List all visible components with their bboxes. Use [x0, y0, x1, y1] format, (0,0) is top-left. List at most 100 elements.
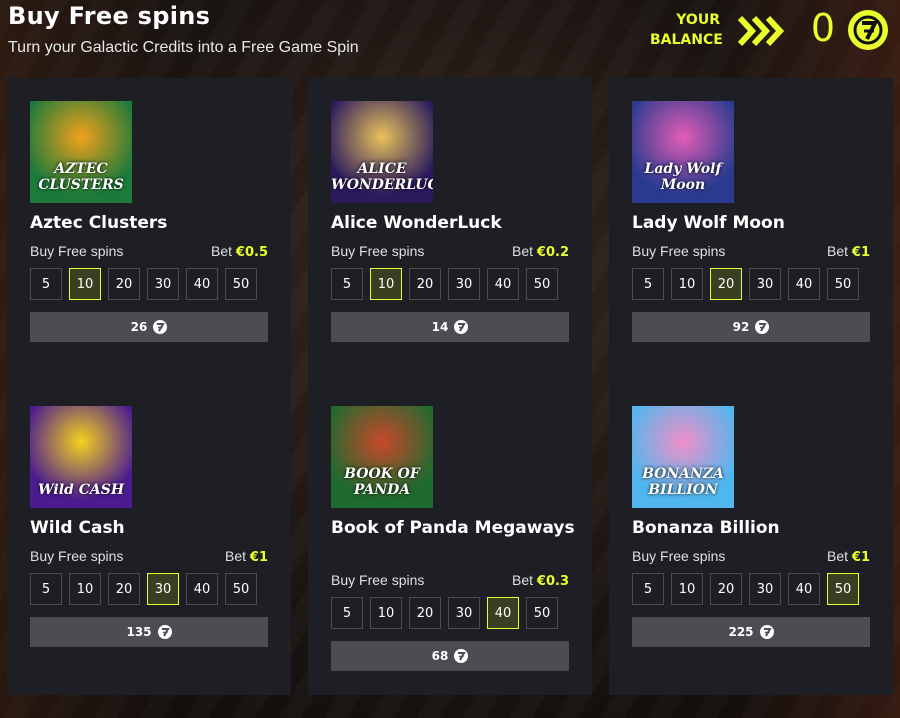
bet-value: €1: [851, 245, 870, 260]
spin-option-40[interactable]: 40: [487, 268, 519, 300]
bet-prefix: Bet: [827, 243, 849, 259]
game-thumbnail[interactable]: Wild CASH: [30, 406, 132, 508]
buy-free-spins-label: Buy Free spins: [331, 572, 425, 588]
spin-option-40[interactable]: 40: [186, 268, 218, 300]
buy-free-spins-label: Buy Free spins: [331, 243, 425, 259]
game-card: BOOK OF PANDA Book of Panda Megaways Buy…: [308, 383, 592, 695]
price-value: 26: [130, 320, 148, 334]
spin-options: 5 10 20 30 40 50: [30, 268, 257, 300]
spin-options: 5 10 20 30 40 50: [632, 573, 859, 605]
bet-label: Bet €0.3: [512, 572, 569, 589]
spin-option-40[interactable]: 40: [788, 573, 820, 605]
spin-options: 5 10 20 30 40 50: [30, 573, 257, 605]
balance-label: YOUR BALANCE: [650, 10, 723, 50]
spin-options: 5 10 20 30 40 50: [331, 597, 558, 629]
spin-option-30[interactable]: 30: [749, 573, 781, 605]
bet-prefix: Bet: [225, 548, 247, 564]
balance-label-line2: BALANCE: [650, 32, 723, 48]
spin-option-10[interactable]: 10: [370, 597, 402, 629]
spin-option-50[interactable]: 50: [225, 268, 257, 300]
bet-label: Bet €0.2: [512, 243, 569, 260]
game-thumbnail[interactable]: ALICE WONDERLUCK: [331, 101, 433, 203]
header: Buy Free spins Turn your Galactic Credit…: [0, 0, 900, 70]
spin-option-10[interactable]: 10: [69, 573, 101, 605]
spin-option-50[interactable]: 50: [827, 268, 859, 300]
spin-option-5[interactable]: 5: [331, 268, 363, 300]
game-thumbnail[interactable]: BOOK OF PANDA: [331, 406, 433, 508]
galactic-coin-icon: [848, 10, 888, 50]
spin-option-50[interactable]: 50: [526, 268, 558, 300]
spin-option-50[interactable]: 50: [827, 573, 859, 605]
spin-option-40[interactable]: 40: [487, 597, 519, 629]
spin-option-5[interactable]: 5: [30, 573, 62, 605]
spin-option-30[interactable]: 30: [448, 268, 480, 300]
bet-prefix: Bet: [512, 572, 534, 588]
buy-button[interactable]: 14: [331, 312, 569, 342]
galactic-coin-icon: [755, 320, 770, 334]
spin-option-5[interactable]: 5: [632, 573, 664, 605]
game-card: ALICE WONDERLUCK Alice WonderLuck Buy Fr…: [308, 78, 592, 390]
game-thumbnail[interactable]: AZTEC CLUSTERS: [30, 101, 132, 203]
buy-free-spins-label: Buy Free spins: [30, 243, 124, 259]
game-thumbnail-logo: ALICE WONDERLUCK: [331, 161, 433, 193]
buy-button[interactable]: 26: [30, 312, 268, 342]
buy-button[interactable]: 225: [632, 617, 870, 647]
page-title: Buy Free spins: [8, 2, 211, 30]
game-card: BONANZA BILLION Bonanza Billion Buy Free…: [609, 383, 893, 695]
price-value: 68: [431, 649, 449, 663]
bet-prefix: Bet: [512, 243, 534, 259]
price-value: 135: [126, 625, 152, 639]
game-thumbnail[interactable]: BONANZA BILLION: [632, 406, 734, 508]
spin-option-10[interactable]: 10: [671, 268, 703, 300]
bet-prefix: Bet: [827, 548, 849, 564]
game-thumbnail[interactable]: Lady Wolf Moon: [632, 101, 734, 203]
spin-option-20[interactable]: 20: [409, 597, 441, 629]
spin-option-30[interactable]: 30: [749, 268, 781, 300]
game-title: Lady Wolf Moon: [632, 213, 785, 233]
spin-option-5[interactable]: 5: [331, 597, 363, 629]
bet-value: €0.5: [235, 245, 268, 260]
spin-option-20[interactable]: 20: [108, 573, 140, 605]
spin-option-10[interactable]: 10: [671, 573, 703, 605]
bet-value: €0.3: [536, 574, 569, 589]
spin-option-20[interactable]: 20: [710, 573, 742, 605]
galactic-coin-icon: [759, 625, 774, 639]
spin-option-50[interactable]: 50: [526, 597, 558, 629]
spin-option-30[interactable]: 30: [448, 597, 480, 629]
balance-value: 0: [810, 6, 836, 50]
price-value: 92: [732, 320, 750, 334]
game-thumbnail-logo: BOOK OF PANDA: [344, 466, 420, 498]
spin-options: 5 10 20 30 40 50: [632, 268, 859, 300]
galactic-coin-icon: [454, 320, 469, 334]
bet-value: €1: [851, 550, 870, 565]
game-thumbnail-logo: BONANZA BILLION: [642, 466, 724, 498]
spin-option-20[interactable]: 20: [108, 268, 140, 300]
galactic-coin-icon: [157, 625, 172, 639]
spin-option-30[interactable]: 30: [147, 573, 179, 605]
game-title: Bonanza Billion: [632, 518, 780, 538]
spin-option-10[interactable]: 10: [370, 268, 402, 300]
balance-label-line1: YOUR: [676, 12, 720, 28]
buy-button[interactable]: 92: [632, 312, 870, 342]
page-subtitle: Turn your Galactic Credits into a Free G…: [8, 39, 359, 56]
buy-button[interactable]: 68: [331, 641, 569, 671]
buy-button[interactable]: 135: [30, 617, 268, 647]
game-thumbnail-logo: AZTEC CLUSTERS: [38, 161, 124, 193]
price-value: 225: [728, 625, 754, 639]
bet-prefix: Bet: [211, 243, 233, 259]
spin-option-20[interactable]: 20: [710, 268, 742, 300]
spin-option-5[interactable]: 5: [30, 268, 62, 300]
spin-option-30[interactable]: 30: [147, 268, 179, 300]
spin-option-20[interactable]: 20: [409, 268, 441, 300]
game-title: Book of Panda Megaways: [331, 518, 575, 538]
game-card: Lady Wolf Moon Lady Wolf Moon Buy Free s…: [609, 78, 893, 390]
galactic-coin-icon: [454, 649, 469, 663]
spin-option-50[interactable]: 50: [225, 573, 257, 605]
spin-option-40[interactable]: 40: [186, 573, 218, 605]
game-title: Wild Cash: [30, 518, 125, 538]
spin-option-40[interactable]: 40: [788, 268, 820, 300]
spin-option-10[interactable]: 10: [69, 268, 101, 300]
game-card: AZTEC CLUSTERS Aztec Clusters Buy Free s…: [7, 78, 291, 390]
bet-label: Bet €0.5: [211, 243, 268, 260]
spin-option-5[interactable]: 5: [632, 268, 664, 300]
